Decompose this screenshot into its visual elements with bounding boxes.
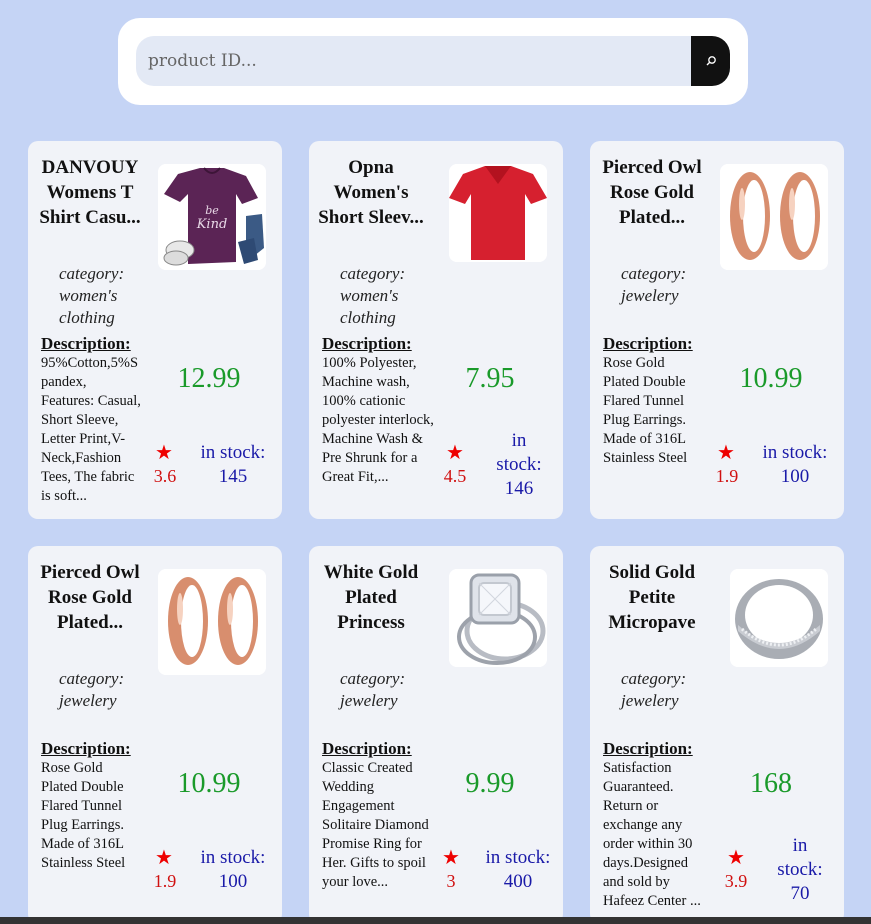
product-card[interactable]: Pierced Owl Rose Gold Plated... category…	[28, 546, 282, 924]
product-rating: 3	[446, 871, 456, 891]
rose-gold-plugs-image	[720, 164, 828, 270]
search-bar	[118, 18, 748, 105]
description-heading: Description:	[41, 334, 131, 353]
product-description: Classic Created Wedding Engagement Solit…	[322, 760, 429, 890]
product-card[interactable]: Solid Gold Petite Micropave category: je…	[590, 546, 844, 924]
star-icon: ★	[717, 440, 735, 464]
product-price: 9.99	[465, 768, 515, 799]
silver-band-ring-image	[730, 569, 828, 667]
product-title: Opna Women's Short Sleev...	[318, 157, 424, 228]
search-icon	[706, 56, 716, 66]
rose-gold-plugs-image	[158, 569, 266, 675]
product-description: Rose Gold Plated Double Flared Tunnel Pl…	[603, 355, 688, 466]
product-stock: in stock: 70	[777, 835, 823, 904]
product-image	[720, 164, 828, 270]
product-category: category: jewelery	[340, 669, 406, 710]
product-rating: 3.9	[724, 871, 748, 891]
product-price: 10.99	[739, 363, 803, 394]
product-price: 12.99	[177, 363, 241, 394]
product-title: DANVOUY Womens T Shirt Casu...	[39, 157, 141, 228]
product-card[interactable]: Pierced Owl Rose Gold Plated... category…	[590, 141, 844, 519]
product-rating: 1.9	[153, 871, 177, 891]
product-rating: 1.9	[715, 466, 739, 486]
product-title: White Gold Plated Princess	[323, 562, 419, 633]
product-description: 100% Polyester, Machine wash, 100% catio…	[322, 355, 434, 485]
product-stock: in stock: 146	[496, 430, 542, 499]
product-category: category: jewelery	[621, 264, 687, 305]
bottom-scrollbar[interactable]	[0, 917, 871, 924]
product-title: Pierced Owl Rose Gold Plated...	[40, 562, 140, 633]
product-image	[449, 164, 547, 262]
product-category: category: jewelery	[621, 669, 687, 710]
svg-text:Kind: Kind	[196, 217, 228, 232]
product-image: be Kind	[158, 164, 266, 270]
product-stock: in stock: 100	[762, 442, 828, 487]
product-price: 10.99	[177, 768, 241, 799]
product-image	[158, 569, 266, 675]
product-category: category: women's clothing	[59, 264, 125, 327]
red-tshirt-image	[449, 164, 547, 262]
star-icon: ★	[442, 845, 460, 869]
product-price: 7.95	[465, 363, 515, 394]
product-description: 95%Cotton,5%Spandex, Features: Casual, S…	[41, 355, 141, 504]
description-heading: Description:	[603, 334, 693, 353]
description-heading: Description:	[603, 739, 693, 758]
product-category: category: women's clothing	[340, 264, 406, 327]
product-image	[449, 569, 547, 667]
purple-tshirt-image: be Kind	[158, 164, 266, 270]
description-heading: Description:	[322, 334, 412, 353]
search-input[interactable]	[136, 36, 692, 86]
product-card[interactable]: Opna Women's Short Sleev... category: wo…	[309, 141, 563, 519]
star-icon: ★	[155, 845, 173, 869]
star-icon: ★	[155, 440, 173, 464]
diamond-ring-image	[449, 569, 547, 667]
description-heading: Description:	[322, 739, 412, 758]
product-stock: in stock: 400	[485, 847, 551, 892]
product-stock: in stock: 100	[200, 847, 266, 892]
product-description: Satisfaction Guaranteed. Return or excha…	[603, 760, 701, 909]
product-rating: 4.5	[443, 466, 467, 486]
product-rating: 3.6	[153, 466, 177, 486]
product-image	[730, 569, 828, 667]
product-card[interactable]: DANVOUY Womens T Shirt Casu... be Kind c…	[28, 141, 282, 519]
product-title: Pierced Owl Rose Gold Plated...	[602, 157, 702, 228]
product-title: Solid Gold Petite Micropave	[608, 562, 696, 633]
product-description: Rose Gold Plated Double Flared Tunnel Pl…	[41, 760, 126, 871]
product-card[interactable]: White Gold Plated Princess category: jew…	[309, 546, 563, 924]
star-icon: ★	[727, 845, 745, 869]
description-heading: Description:	[41, 739, 131, 758]
product-price: 168	[750, 768, 792, 799]
star-icon: ★	[446, 440, 464, 464]
product-stock: in stock: 145	[200, 442, 266, 487]
product-category: category: jewelery	[59, 669, 125, 710]
svg-text:be: be	[205, 204, 219, 217]
search-button[interactable]	[691, 36, 730, 86]
